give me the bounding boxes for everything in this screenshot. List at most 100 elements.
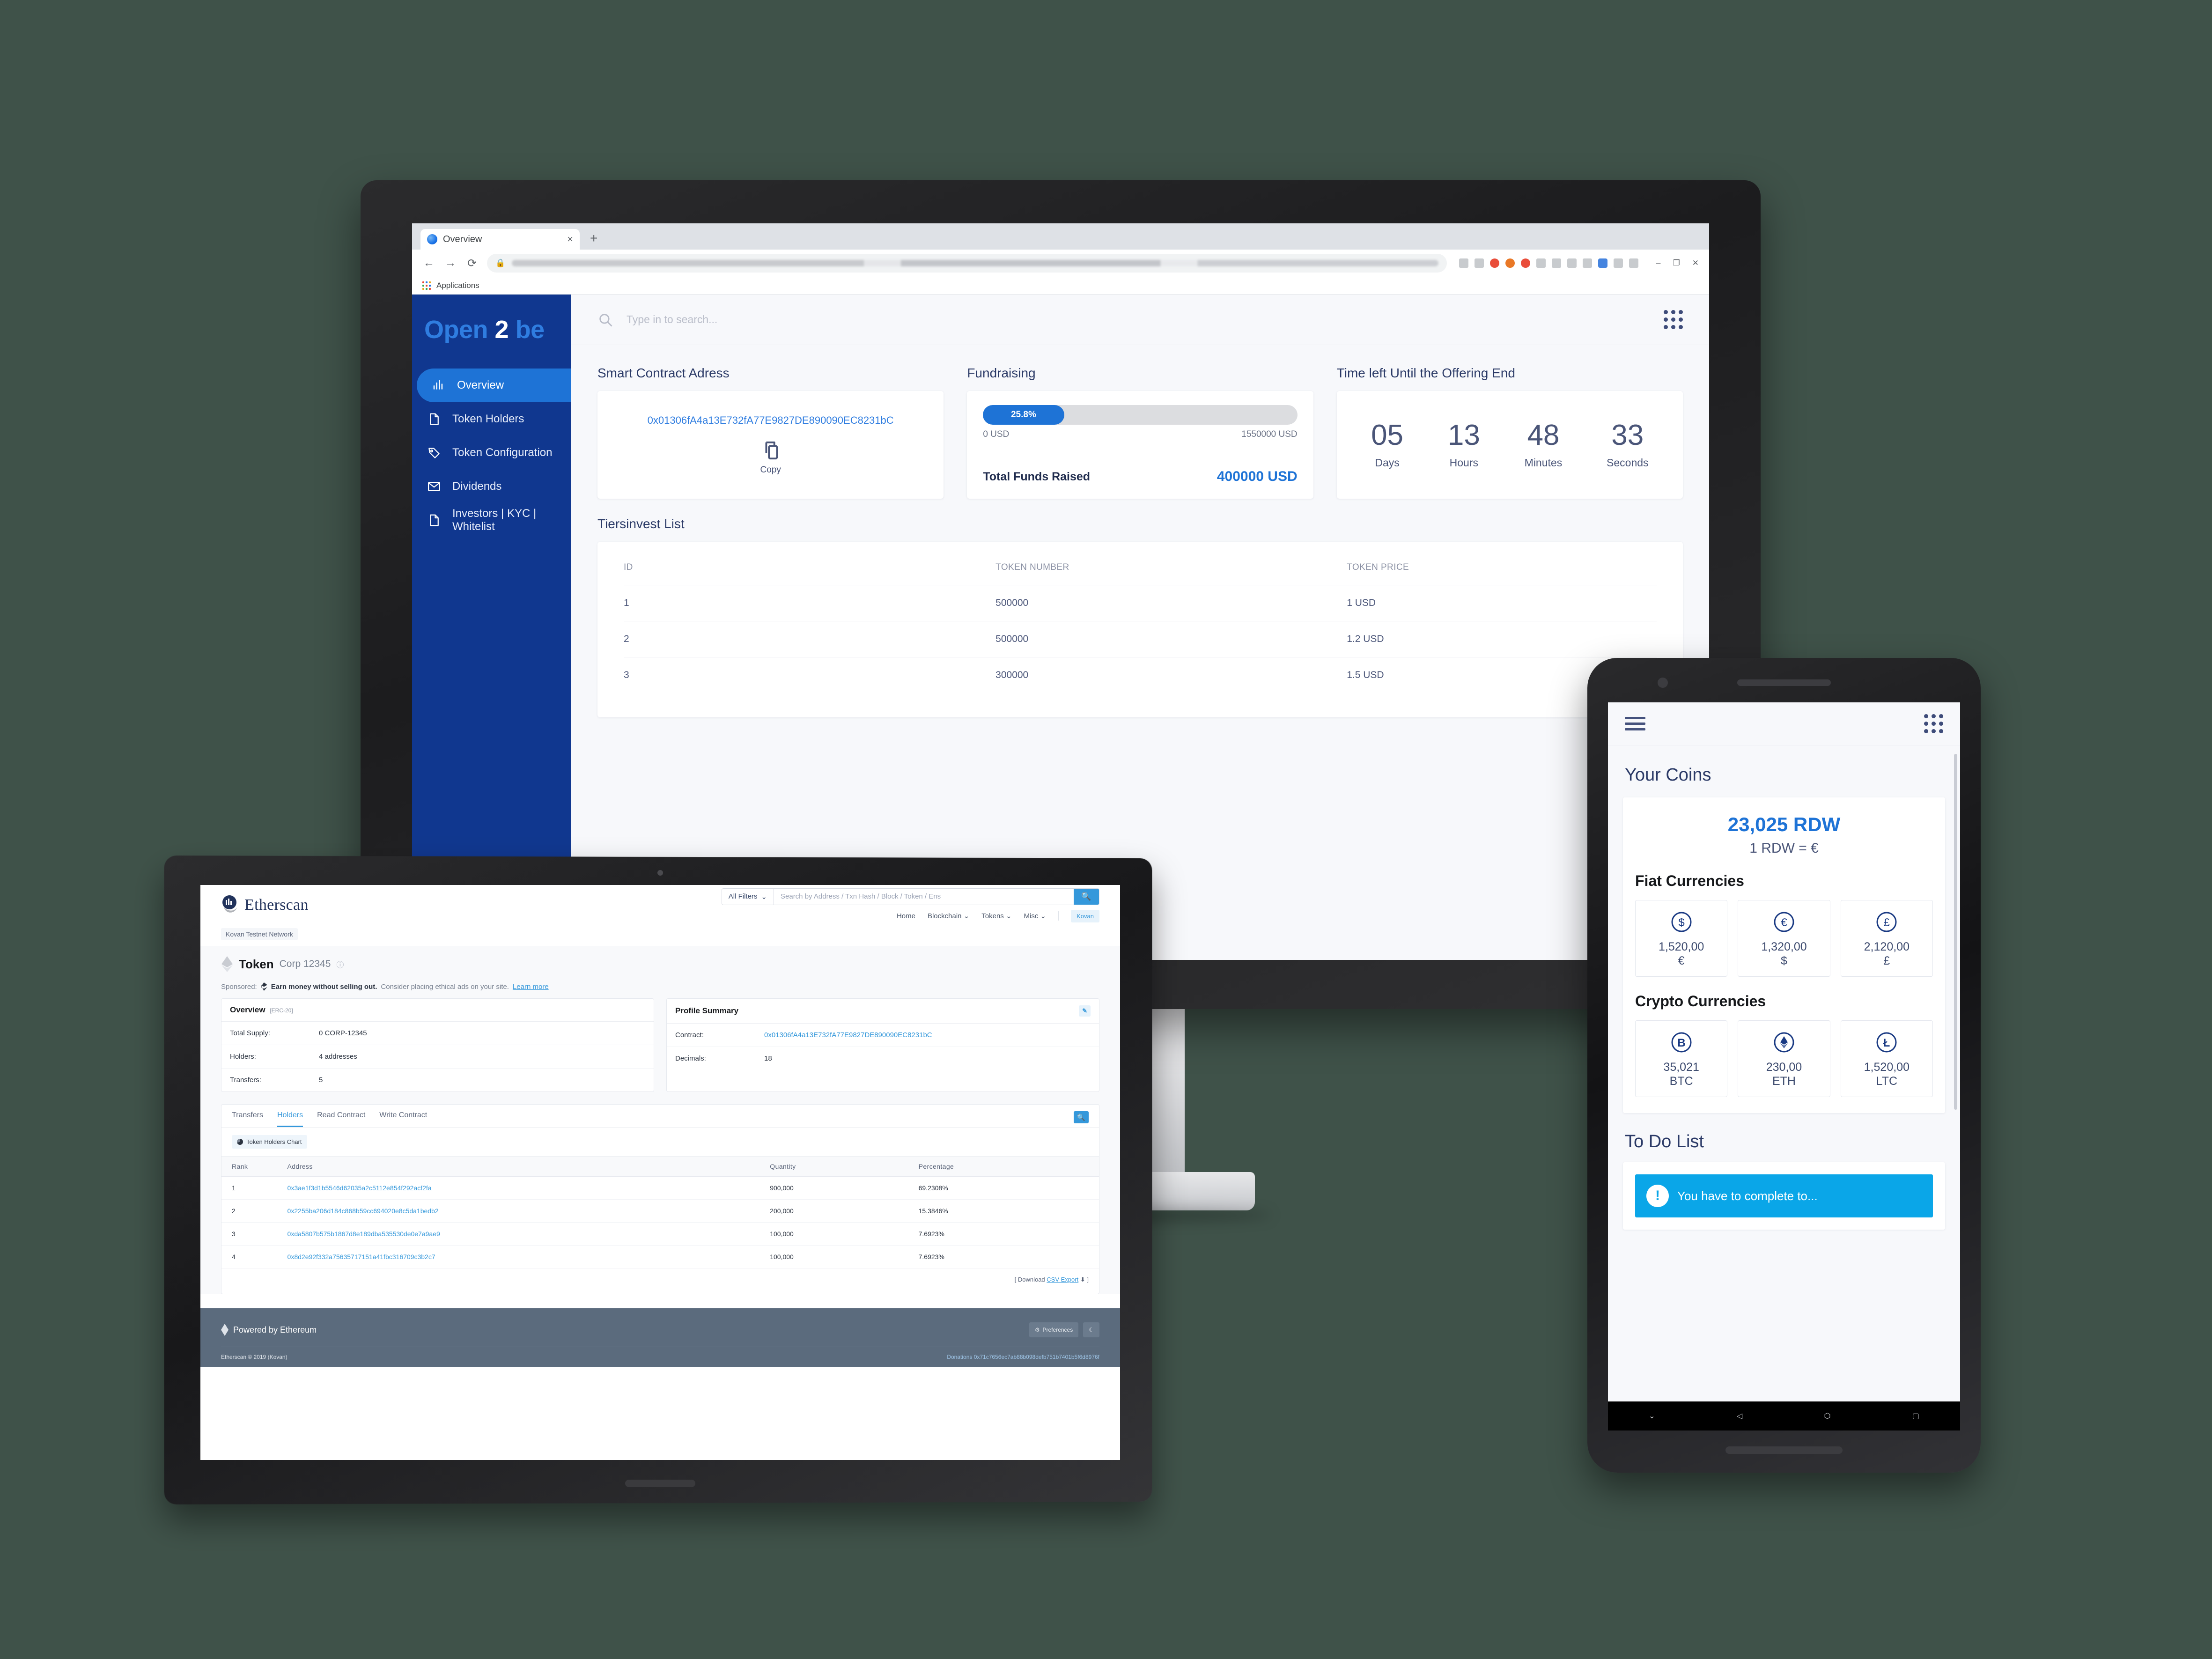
pencil-icon[interactable]: ✎ (1079, 1005, 1091, 1017)
download-icon[interactable] (1567, 258, 1577, 268)
forward-icon[interactable]: → (444, 257, 457, 270)
extension-icon-blue[interactable] (1598, 258, 1608, 268)
extension-icon-red[interactable] (1490, 258, 1500, 268)
cell-address[interactable]: 0x2255ba206d184c868b59cc694020e8c5da1bed… (287, 1199, 770, 1223)
reload-icon[interactable]: ⟳ (465, 257, 479, 270)
recents-icon[interactable]: ▢ (1912, 1411, 1919, 1421)
todo-item[interactable]: ! You have to complete to... (1635, 1174, 1933, 1217)
cell-address[interactable]: 0xda5807b575b1867d8e189dba535530de0e7a9a… (287, 1222, 770, 1246)
nav-home[interactable]: Home (897, 912, 915, 920)
countdown-panel: Time left Until the Offering End 05 Days… (1336, 366, 1683, 499)
ethereum-diamond-icon (221, 956, 233, 972)
countdown-unit-days: 05 Days (1371, 420, 1403, 469)
token-holders-chart-button[interactable]: Token Holders Chart (232, 1135, 307, 1149)
sidebar-item-investors-kyc-whitelist[interactable]: Investors | KYC | Whitelist (412, 503, 571, 537)
currency-card-gbp[interactable]: £ 2,120,00 £ (1840, 900, 1933, 977)
sidebar-item-token-configuration[interactable]: Token Configuration (412, 436, 571, 470)
search-icon[interactable]: 🔍 (1074, 888, 1099, 905)
profile-row-decimals: Decimals: 18 (667, 1047, 1099, 1070)
collapse-icon[interactable]: ⌄ (1649, 1411, 1655, 1421)
document-icon (426, 512, 442, 528)
sidebar-item-dividends[interactable]: Dividends (412, 470, 571, 503)
currency-card-eth[interactable]: 230,00 ETH (1738, 1020, 1830, 1097)
table-row: 2 500000 1.2 USD (624, 621, 1657, 657)
sidebar-item-token-holders[interactable]: Token Holders (412, 402, 571, 436)
cell-address[interactable]: 0x8d2e92f332a75635717151a41fbc316709c3b2… (287, 1245, 770, 1268)
extension-icon-red2[interactable] (1521, 258, 1531, 268)
nav-misc[interactable]: Misc ⌄ (1024, 912, 1047, 920)
mobile-topbar (1608, 702, 1960, 745)
cell-quantity: 200,000 (770, 1199, 919, 1223)
copy-button[interactable]: Copy (760, 440, 782, 475)
contract-address-link[interactable]: 0x01306fA4a13E732fA77E9827DE890090EC8231… (764, 1031, 932, 1039)
sidebar-item-label: Token Holders (452, 413, 524, 425)
tab-read-contract[interactable]: Read Contract (317, 1111, 365, 1127)
search-input[interactable]: Type in to search... (627, 313, 1651, 326)
minimize-button[interactable]: – (1656, 258, 1660, 268)
preferences-button[interactable]: ⚙ Preferences (1029, 1322, 1079, 1337)
star-icon[interactable] (1475, 258, 1484, 268)
more-menu-icon[interactable] (1629, 258, 1639, 268)
bookmark-applications[interactable]: Applications (436, 281, 479, 290)
document-icon (426, 411, 442, 427)
moon-icon[interactable]: ☾ (1083, 1322, 1099, 1337)
etherscan-tabs: Transfers Holders Read Contract Write Co… (221, 1105, 1099, 1128)
extension-icon-grey3[interactable] (1583, 258, 1593, 268)
contract-address[interactable]: 0x01306fA4a13E732fA77E9827DE890090EC8231… (648, 414, 894, 427)
network-chip[interactable]: Kovan (1071, 909, 1099, 922)
total-funds-row: Total Funds Raised 400000 USD (983, 469, 1297, 485)
tab-write-contract[interactable]: Write Contract (379, 1111, 427, 1127)
sponsored-bold: Earn money without selling out. (271, 982, 377, 991)
envelope-icon (426, 479, 442, 494)
search-icon[interactable]: 🔍 (1074, 1111, 1089, 1123)
favicon-icon (427, 234, 437, 244)
extension-icon-grey2[interactable] (1552, 258, 1562, 268)
maximize-button[interactable]: ❐ (1673, 258, 1680, 268)
currency-card-ltc[interactable]: Ł 1,520,00 LTC (1840, 1020, 1933, 1097)
nav-tokens[interactable]: Tokens ⌄ (981, 912, 1011, 920)
csv-export-link[interactable]: CSV Export (1047, 1276, 1078, 1283)
apps-grid-icon[interactable] (1924, 714, 1943, 733)
new-tab-button[interactable]: + (590, 231, 597, 246)
tab-transfers[interactable]: Transfers (232, 1111, 263, 1127)
close-window-button[interactable]: ✕ (1692, 258, 1699, 268)
extension-icon-orange[interactable] (1505, 258, 1515, 268)
nav-blockchain[interactable]: Blockchain ⌄ (928, 912, 969, 920)
footer-top: Powered by Ethereum ⚙ Preferences ☾ (221, 1322, 1099, 1337)
hamburger-icon[interactable] (1625, 717, 1645, 730)
profile-icon[interactable] (1614, 258, 1623, 268)
etherscan-logo[interactable]: Etherscan (221, 895, 309, 915)
currency-value: 35,021 BTC (1663, 1061, 1699, 1088)
cell-percentage: 15.3846% (918, 1199, 1099, 1223)
currency-card-usd[interactable]: $ 1,520,00 € (1635, 900, 1728, 977)
tab-holders[interactable]: Holders (277, 1111, 303, 1127)
android-navbar: ⌄ ◁ ⬡ ▢ (1608, 1401, 1960, 1430)
browser-extension-icons (1459, 258, 1639, 268)
cell-address[interactable]: 0x3ae1f3d1b5546d62035a2c5112e854f292acf2… (287, 1176, 770, 1200)
back-icon[interactable]: ← (422, 257, 435, 270)
browser-tab[interactable]: Overview × (420, 229, 580, 250)
currency-card-eur[interactable]: € 1,320,00 $ (1738, 900, 1830, 977)
currency-card-btc[interactable]: B 35,021 BTC (1635, 1020, 1728, 1097)
cell-percentage: 7.6923% (918, 1245, 1099, 1268)
tab-title: Overview (443, 234, 482, 244)
sponsor-logo-icon (260, 982, 267, 991)
cell-rank: 3 (221, 1222, 288, 1246)
close-icon[interactable]: × (567, 234, 573, 244)
back-icon[interactable]: ◁ (1737, 1411, 1742, 1421)
address-bar[interactable]: 🔒 (487, 254, 1447, 273)
scrollbar[interactable] (1954, 754, 1957, 1110)
all-filters-select[interactable]: All Filters ⌄ (722, 888, 774, 905)
laptop-hinge-notch (625, 1480, 695, 1487)
extension-icon-grey[interactable] (1536, 258, 1546, 268)
extension-icon[interactable] (1459, 258, 1469, 268)
sidebar-item-overview[interactable]: Overview (417, 369, 571, 402)
apps-grid-icon[interactable] (1664, 310, 1683, 329)
etherscan-search-input[interactable]: Search by Address / Txn Hash / Block / T… (774, 889, 1074, 905)
copyright: Etherscan © 2019 (Kovan) (221, 1354, 288, 1360)
info-icon[interactable]: ⓘ (336, 959, 344, 970)
cell-rank: 4 (221, 1245, 288, 1268)
home-icon[interactable]: ⬡ (1824, 1411, 1830, 1421)
learn-more-link[interactable]: Learn more (513, 983, 549, 991)
donations-address[interactable]: 0x71c7656ec7ab88b098defb751b7401b5f6d897… (974, 1354, 1099, 1360)
